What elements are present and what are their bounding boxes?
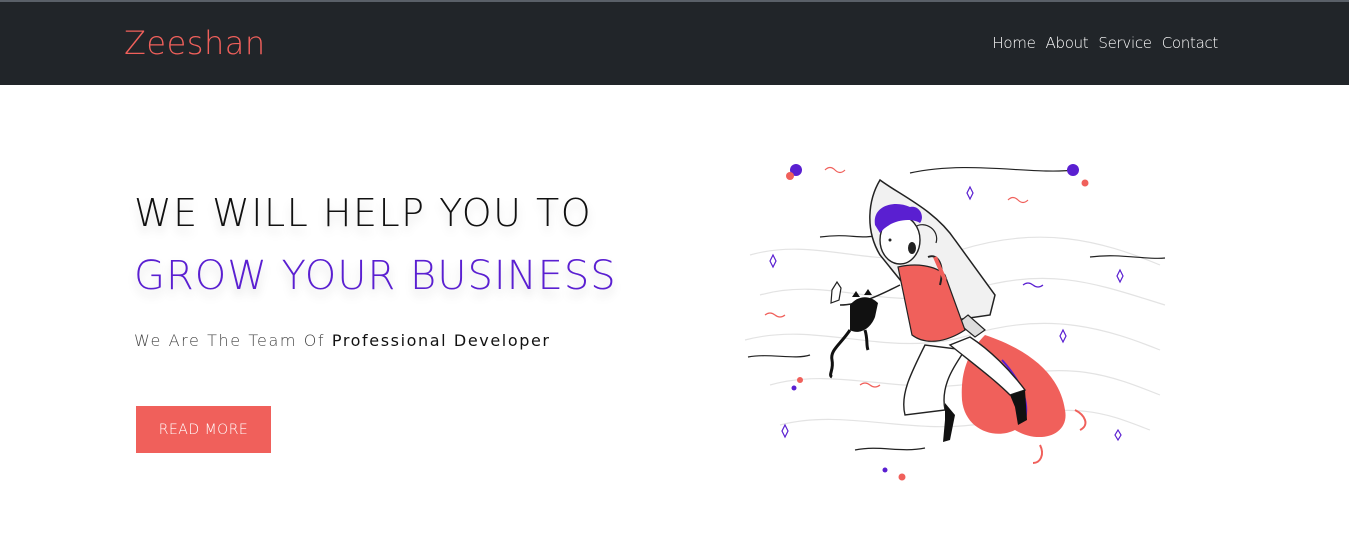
- hero-illustration: [744, 164, 1166, 481]
- brand-logo[interactable]: Zeeshan: [124, 24, 266, 62]
- nav-link-home[interactable]: Home: [992, 34, 1035, 52]
- dot: [1081, 179, 1089, 187]
- nav-link-service[interactable]: Service: [1098, 34, 1152, 52]
- dot: [797, 377, 803, 383]
- dot: [786, 172, 794, 180]
- tagline-emphasis: Professional Developer: [331, 331, 551, 350]
- hero-headline-2: GROW YOUR BUSINESS: [134, 253, 617, 299]
- dot: [898, 473, 906, 481]
- read-more-button[interactable]: READ MORE: [136, 406, 271, 453]
- tagline-prefix: We Are The Team Of: [134, 331, 332, 350]
- squiggle-purple: [1022, 282, 1044, 288]
- nav-links: Home About Service Contact: [992, 34, 1218, 52]
- navbar: Zeeshan Home About Service Contact: [0, 2, 1349, 85]
- dot: [882, 467, 888, 473]
- cat-icon: [829, 289, 878, 379]
- nav-link-about[interactable]: About: [1046, 34, 1089, 52]
- dot: [791, 385, 797, 391]
- nav-link-contact[interactable]: Contact: [1162, 34, 1219, 52]
- hero-headline-1: WE WILL HELP YOU TO: [134, 191, 593, 235]
- hero-tagline: We Are The Team Of Professional Develope…: [134, 331, 551, 350]
- dot: [1067, 164, 1079, 176]
